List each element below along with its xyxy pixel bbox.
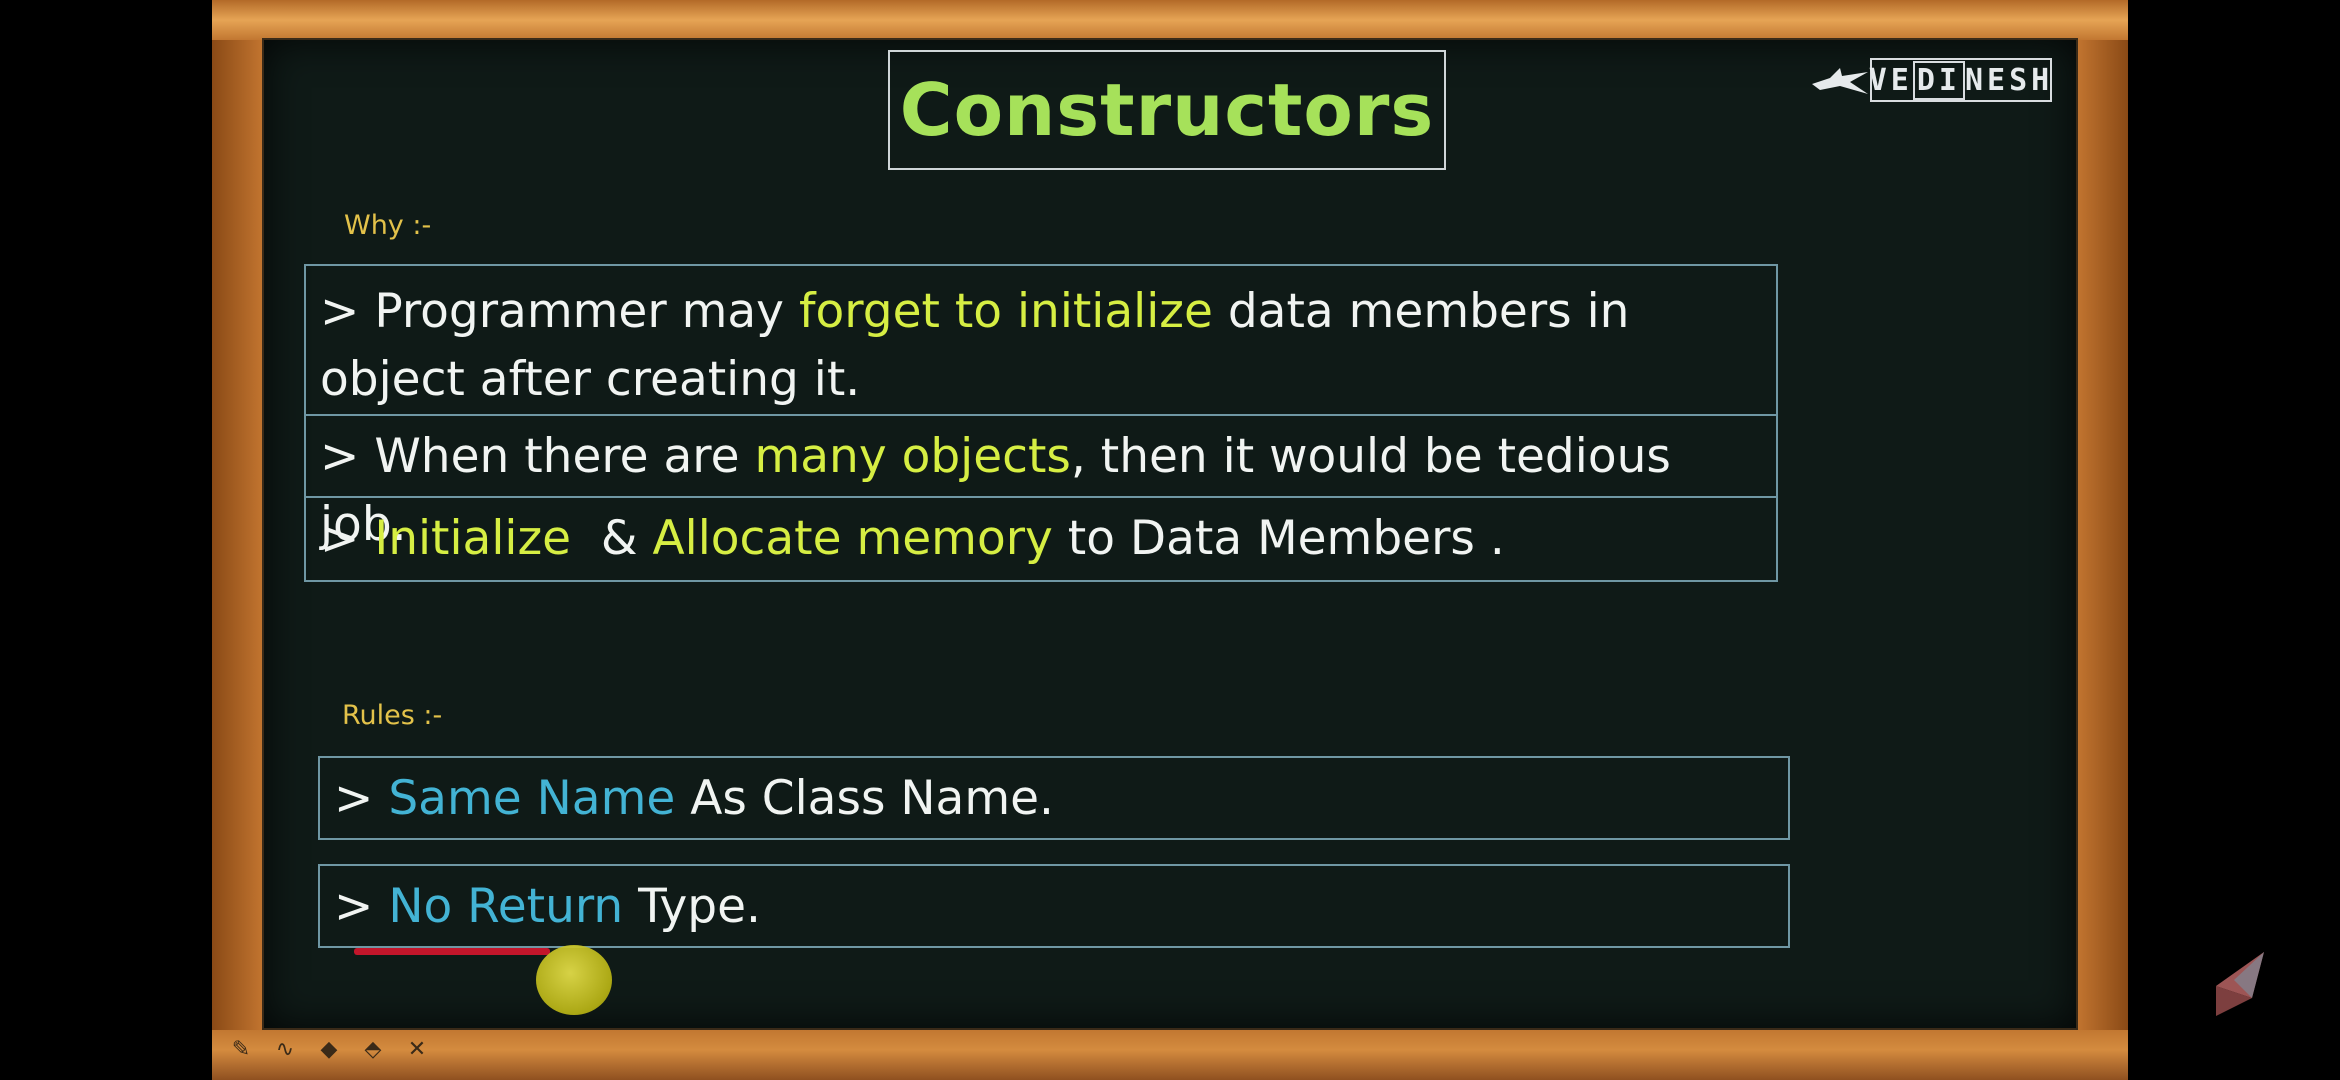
why-table: > Programmer may forget to initialize da… xyxy=(304,264,1778,582)
row-text: to Data Members . xyxy=(1052,511,1505,566)
curve-icon[interactable]: ∿ xyxy=(272,1038,298,1062)
row-highlight: Same Name xyxy=(388,770,676,826)
why-label: Why :- xyxy=(344,210,432,241)
vedinesh-logo: VE DI NESH xyxy=(1810,58,2054,102)
logo-text-part: DI xyxy=(1912,60,1965,100)
player-watermark-icon xyxy=(2216,952,2264,1016)
row-highlight: Allocate memory xyxy=(652,511,1053,566)
row-text: > xyxy=(334,878,389,934)
eraser-icon[interactable]: ⬘ xyxy=(360,1038,386,1062)
drawing-toolbar: ✎ ∿ ◆ ⬘ ✕ xyxy=(228,1038,430,1062)
row-text: > Programmer may xyxy=(320,284,799,339)
row-text: > xyxy=(334,770,389,826)
row-text: & xyxy=(571,511,653,566)
row-highlight: Initialize xyxy=(374,511,572,566)
why-row: > Programmer may forget to initialize da… xyxy=(306,266,1776,416)
marker-icon[interactable]: ◆ xyxy=(316,1038,342,1062)
pointer-highlight-cursor xyxy=(536,945,612,1015)
row-text: > When there are xyxy=(320,429,755,484)
logo-text-part: VE xyxy=(1868,62,1913,98)
pen-icon[interactable]: ✎ xyxy=(228,1038,254,1062)
row-highlight: No Return xyxy=(388,878,624,934)
logo-bird-icon xyxy=(1812,68,1868,94)
why-row: > Initialize & Allocate memory to Data M… xyxy=(306,498,1776,580)
frame-top xyxy=(212,0,2128,40)
row-text: > xyxy=(320,511,375,566)
row-highlight: many objects xyxy=(754,429,1071,484)
slide-title: Constructors xyxy=(899,68,1435,152)
frame-bottom xyxy=(212,1030,2128,1080)
row-text: As Class Name. xyxy=(675,770,1054,826)
logo-text: VE DI NESH xyxy=(1868,58,2054,102)
annotation-underline xyxy=(354,948,550,955)
row-text: Type. xyxy=(623,878,761,934)
title-box: Constructors xyxy=(888,50,1446,170)
rule-row: > Same Name As Class Name. xyxy=(318,756,1790,840)
pointer-icon[interactable]: ✕ xyxy=(404,1038,430,1062)
rule-row: > No Return Type. xyxy=(318,864,1790,948)
logo-text-part: NESH xyxy=(1965,62,2054,98)
why-row: > When there are many objects, then it w… xyxy=(306,416,1776,552)
row-highlight: forget to initialize xyxy=(798,284,1213,339)
rules-label: Rules :- xyxy=(342,700,443,731)
